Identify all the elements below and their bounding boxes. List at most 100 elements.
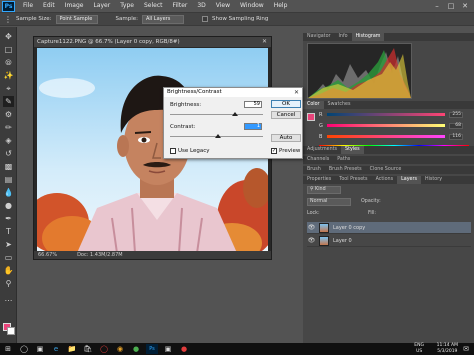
language-indicator[interactable]: ENG US <box>414 343 424 355</box>
opera-icon[interactable]: ◯ <box>98 344 110 354</box>
contrast-slider-thumb[interactable] <box>215 134 221 138</box>
menu-window[interactable]: Window <box>235 0 269 12</box>
menu-3d[interactable]: 3D <box>192 0 210 12</box>
tab-tool-presets[interactable]: Tool Presets <box>335 176 371 184</box>
eyedropper-icon[interactable]: ⋮ <box>4 15 12 24</box>
tab-actions[interactable]: Actions <box>372 176 398 184</box>
layer-kind-filter[interactable]: ⚲ Kind <box>307 186 341 194</box>
tab-info[interactable]: Info <box>334 33 351 41</box>
auto-button[interactable]: Auto <box>271 134 301 142</box>
visibility-eye-icon[interactable]: 👁 <box>307 237 316 244</box>
file-explorer-icon[interactable]: 📁 <box>66 344 78 354</box>
store-icon[interactable]: 🛍 <box>82 344 94 354</box>
tab-brush-presets[interactable]: Brush Presets <box>325 166 366 174</box>
green-bar[interactable] <box>327 124 445 127</box>
crop-tool-icon[interactable]: ⌖ <box>3 83 14 94</box>
gradient-tool-icon[interactable]: ▤ <box>3 174 14 185</box>
contrast-input[interactable]: 1 <box>244 123 262 130</box>
notifications-icon[interactable]: ✉ <box>460 344 472 354</box>
menu-file[interactable]: File <box>18 0 38 12</box>
tab-color[interactable]: Color <box>303 101 324 109</box>
camera-app-icon[interactable]: ▣ <box>162 344 174 354</box>
path-select-tool-icon[interactable]: ➤ <box>3 239 14 250</box>
tab-clone-source[interactable]: Clone Source <box>366 166 406 174</box>
show-ring-checkbox[interactable] <box>202 16 208 22</box>
tab-properties[interactable]: Properties <box>303 176 335 184</box>
windows-start-icon[interactable]: ⊞ <box>2 344 14 354</box>
zoom-level[interactable]: 66.67% <box>38 252 57 258</box>
dialog-close-icon[interactable]: ✕ <box>294 88 299 97</box>
color-fg-swatch[interactable] <box>307 113 315 121</box>
red-bar[interactable] <box>327 113 445 116</box>
document-tab[interactable]: Capture1122.PNG @ 66.7% (Layer 0 copy, R… <box>34 37 271 47</box>
tab-paths[interactable]: Paths <box>333 156 354 164</box>
app-icon[interactable]: ● <box>130 344 142 354</box>
sample-select[interactable]: All Layers <box>142 14 184 24</box>
brush-tool-icon[interactable]: ✏ <box>3 122 14 133</box>
pen-tool-icon[interactable]: ✒ <box>3 213 14 224</box>
tab-navigator[interactable]: Navigator <box>303 33 334 41</box>
document-close-icon[interactable]: ✕ <box>262 37 267 47</box>
tab-history[interactable]: History <box>421 176 446 184</box>
green-slider[interactable]: G 68 <box>319 122 463 129</box>
zoom-tool-icon[interactable]: ⚲ <box>3 278 14 289</box>
tab-channels[interactable]: Channels <box>303 156 333 164</box>
tab-styles[interactable]: Styles <box>341 146 364 154</box>
more-tools-icon[interactable]: … <box>3 293 14 304</box>
menu-help[interactable]: Help <box>269 0 293 12</box>
hand-tool-icon[interactable]: ✋ <box>3 265 14 276</box>
red-value[interactable]: 255 <box>449 111 463 118</box>
edge-browser-icon[interactable]: e <box>50 344 62 354</box>
brightness-slider-track[interactable] <box>170 114 263 115</box>
brightness-slider-thumb[interactable] <box>232 112 238 116</box>
menu-select[interactable]: Select <box>139 0 168 12</box>
visibility-eye-icon[interactable]: 👁 <box>307 224 316 231</box>
move-tool-icon[interactable]: ✥ <box>3 31 14 42</box>
red-slider[interactable]: R 255 <box>319 111 463 118</box>
brightness-input[interactable]: 59 <box>244 101 262 108</box>
menu-view[interactable]: View <box>211 0 235 12</box>
blue-value[interactable]: 116 <box>449 133 463 140</box>
eraser-tool-icon[interactable]: ▩ <box>3 161 14 172</box>
healing-tool-icon[interactable]: ⚙ <box>3 109 14 120</box>
blur-tool-icon[interactable]: 💧 <box>3 187 14 198</box>
quick-select-tool-icon[interactable]: ✨ <box>3 70 14 81</box>
sample-size-select[interactable]: Point Sample <box>55 14 98 24</box>
chrome-icon[interactable]: ◉ <box>114 344 126 354</box>
tab-swatches[interactable]: Swatches <box>324 101 355 109</box>
menu-type[interactable]: Type <box>115 0 139 12</box>
blue-bar[interactable] <box>327 135 445 138</box>
layer-row[interactable]: 👁 Layer 0 copy <box>307 222 471 234</box>
cancel-button[interactable]: Cancel <box>271 111 301 119</box>
taskbar-clock[interactable]: 11:14 AM 5/3/2019 <box>437 343 458 355</box>
recorder-icon[interactable]: ● <box>178 344 190 354</box>
photoshop-taskbar-icon[interactable]: Ps <box>146 344 158 354</box>
menu-layer[interactable]: Layer <box>88 0 115 12</box>
preview-checkbox[interactable]: ✓ <box>271 148 277 154</box>
stamp-tool-icon[interactable]: ◈ <box>3 135 14 146</box>
type-tool-icon[interactable]: T <box>3 226 14 237</box>
menu-filter[interactable]: Filter <box>168 0 193 12</box>
lasso-tool-icon[interactable]: ⦾ <box>3 57 14 68</box>
minimize-icon[interactable]: – <box>430 0 444 12</box>
eyedropper-tool-icon[interactable]: ✎ <box>3 96 14 107</box>
use-legacy-checkbox[interactable] <box>170 148 176 154</box>
history-brush-tool-icon[interactable]: ↺ <box>3 148 14 159</box>
tab-brush[interactable]: Brush <box>303 166 325 174</box>
green-value[interactable]: 68 <box>449 122 463 129</box>
ok-button[interactable]: OK <box>271 100 301 108</box>
shape-tool-icon[interactable]: ▭ <box>3 252 14 263</box>
search-icon[interactable]: ◯ <box>18 344 30 354</box>
dodge-tool-icon[interactable]: ● <box>3 200 14 211</box>
marquee-tool-icon[interactable]: □ <box>3 44 14 55</box>
task-view-icon[interactable]: ▣ <box>34 344 46 354</box>
close-icon[interactable]: ✕ <box>458 0 472 12</box>
maximize-icon[interactable]: □ <box>444 0 458 12</box>
blend-mode-select[interactable]: Normal <box>307 198 351 206</box>
tab-adjustments[interactable]: Adjustments <box>303 146 341 154</box>
layer-row[interactable]: 👁 Layer 0 <box>307 235 471 247</box>
background-color-swatch[interactable] <box>7 327 15 335</box>
blue-slider[interactable]: B 116 <box>319 133 463 140</box>
tab-layers[interactable]: Layers <box>397 176 421 184</box>
tab-histogram[interactable]: Histogram <box>351 33 385 41</box>
